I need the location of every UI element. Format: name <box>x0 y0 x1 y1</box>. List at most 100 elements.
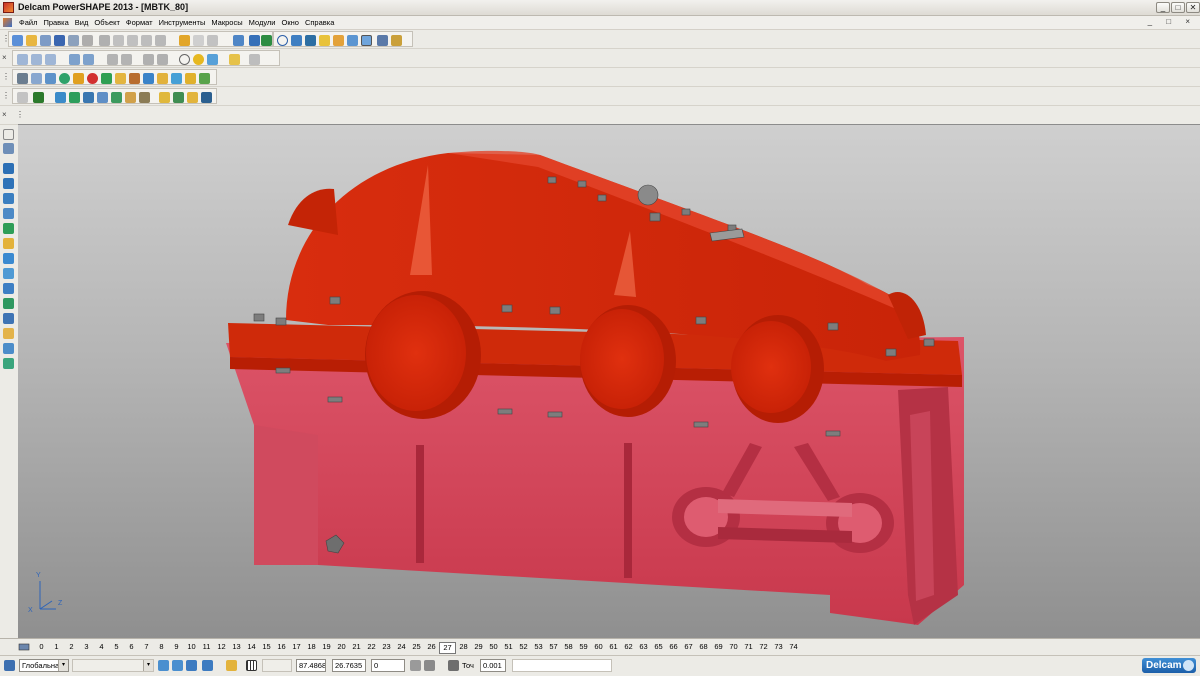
level-item[interactable]: 22 <box>364 642 379 654</box>
cylinder-icon[interactable] <box>73 73 84 84</box>
tolerance-field[interactable]: 0.001 <box>480 659 506 672</box>
level-item[interactable]: 14 <box>244 642 259 654</box>
view-top-icon[interactable] <box>45 54 56 65</box>
solid-split-icon[interactable] <box>159 92 170 103</box>
levels-icon[interactable] <box>18 642 30 652</box>
edit-icon[interactable] <box>141 35 152 46</box>
level-item[interactable]: 28 <box>456 642 471 654</box>
level-item[interactable]: 20 <box>334 642 349 654</box>
level-item[interactable]: 12 <box>214 642 229 654</box>
relative-icon[interactable] <box>424 660 435 671</box>
gearbox-model[interactable]: Y X Z <box>18 125 1200 639</box>
boolean-icon[interactable] <box>199 73 210 84</box>
tolerance-icon[interactable] <box>448 660 459 671</box>
level-item[interactable]: 5 <box>109 642 124 654</box>
blank-icon[interactable] <box>3 328 14 339</box>
solid-hole-icon[interactable] <box>97 92 108 103</box>
level-item[interactable]: 61 <box>606 642 621 654</box>
menu-macros[interactable]: Макросы <box>208 17 245 28</box>
new-file-icon[interactable] <box>12 35 23 46</box>
level-item[interactable]: 23 <box>379 642 394 654</box>
level-item[interactable]: 16 <box>274 642 289 654</box>
level-item[interactable]: 72 <box>756 642 771 654</box>
view-iso-icon[interactable] <box>69 54 80 65</box>
dimension-icon[interactable] <box>319 35 330 46</box>
mirror-icon[interactable] <box>3 238 14 249</box>
globe-icon[interactable] <box>179 54 190 65</box>
chevron-down-icon[interactable]: ▾ <box>58 660 68 671</box>
menu-tools[interactable]: Инструменты <box>156 17 209 28</box>
level-item[interactable]: 6 <box>124 642 139 654</box>
repeat-icon[interactable] <box>207 35 218 46</box>
blend-icon[interactable] <box>185 73 196 84</box>
level-item[interactable]: 51 <box>501 642 516 654</box>
maximize-button[interactable]: □ <box>1171 2 1185 13</box>
text-icon[interactable] <box>305 35 316 46</box>
level-item[interactable]: 52 <box>516 642 531 654</box>
solid-thicken-icon[interactable] <box>173 92 184 103</box>
document-icon[interactable] <box>3 18 12 27</box>
menu-window[interactable]: Окно <box>279 17 302 28</box>
snap-object-icon[interactable] <box>186 660 197 671</box>
sweep-icon[interactable] <box>171 73 182 84</box>
unblank-icon[interactable] <box>3 343 14 354</box>
level-item[interactable]: 13 <box>229 642 244 654</box>
toolbar-close[interactable]: × <box>2 52 8 64</box>
level-item[interactable]: 71 <box>741 642 756 654</box>
model-icon[interactable] <box>40 35 51 46</box>
minimize-button[interactable]: _ <box>1156 2 1170 13</box>
offset-icon[interactable] <box>3 268 14 279</box>
graphics-viewport[interactable]: Y X Z <box>18 124 1200 639</box>
zoom-window-icon[interactable] <box>107 54 118 65</box>
y-coordinate-field[interactable]: 26.7635 <box>332 659 366 672</box>
snap-grid-icon[interactable] <box>172 660 183 671</box>
select-filter-icon[interactable] <box>3 143 14 154</box>
visibility-icon[interactable] <box>249 54 260 65</box>
torus-icon[interactable] <box>115 73 126 84</box>
level-item[interactable]: 69 <box>711 642 726 654</box>
select-arrow-icon[interactable] <box>3 129 14 140</box>
solid-shell-icon[interactable] <box>125 92 136 103</box>
surface-icon[interactable] <box>333 35 344 46</box>
line-icon[interactable] <box>261 35 272 46</box>
snap-icon[interactable] <box>158 660 169 671</box>
workplane-status-icon[interactable] <box>4 660 15 671</box>
solid-blue-icon[interactable] <box>55 92 66 103</box>
command-field[interactable] <box>512 659 612 672</box>
solid-cut-icon[interactable] <box>83 92 94 103</box>
document-icon[interactable] <box>31 73 42 84</box>
feature-icon[interactable] <box>377 35 388 46</box>
copy-icon[interactable] <box>113 35 124 46</box>
trim-icon[interactable] <box>3 283 14 294</box>
level-item[interactable]: 2 <box>64 642 79 654</box>
assembly-icon[interactable] <box>361 35 372 46</box>
menu-view[interactable]: Вид <box>72 17 92 28</box>
level-item[interactable]: 66 <box>666 642 681 654</box>
menu-modules[interactable]: Модули <box>246 17 279 28</box>
level-item[interactable]: 53 <box>531 642 546 654</box>
scale-icon[interactable] <box>3 253 14 264</box>
extend-icon[interactable] <box>3 298 14 309</box>
level-item[interactable]: 3 <box>79 642 94 654</box>
solid-draft-icon[interactable] <box>187 92 198 103</box>
menu-format[interactable]: Формат <box>123 17 156 28</box>
level-item[interactable]: 17 <box>289 642 304 654</box>
undo-icon[interactable] <box>179 35 190 46</box>
z-coordinate-field[interactable]: 0 <box>371 659 405 672</box>
x-coordinate-field[interactable]: 87.4868 <box>296 659 326 672</box>
solid-gray-icon[interactable] <box>17 92 28 103</box>
menu-object[interactable]: Объект <box>91 17 123 28</box>
level-item[interactable]: 1 <box>49 642 64 654</box>
level-icon[interactable] <box>17 73 28 84</box>
save-icon[interactable] <box>54 35 65 46</box>
snap-key-icon[interactable] <box>226 660 237 671</box>
zoom-all-icon[interactable] <box>157 54 168 65</box>
toolbar-grip[interactable]: ⋮ <box>2 90 10 102</box>
sphere-green-icon[interactable] <box>59 73 70 84</box>
close-button[interactable]: ✕ <box>1186 2 1200 13</box>
circle-icon[interactable] <box>277 35 288 46</box>
level-item[interactable]: 70 <box>726 642 741 654</box>
surface-blue-icon[interactable] <box>45 73 56 84</box>
level-item[interactable]: 73 <box>771 642 786 654</box>
rotate-icon[interactable] <box>3 208 14 219</box>
